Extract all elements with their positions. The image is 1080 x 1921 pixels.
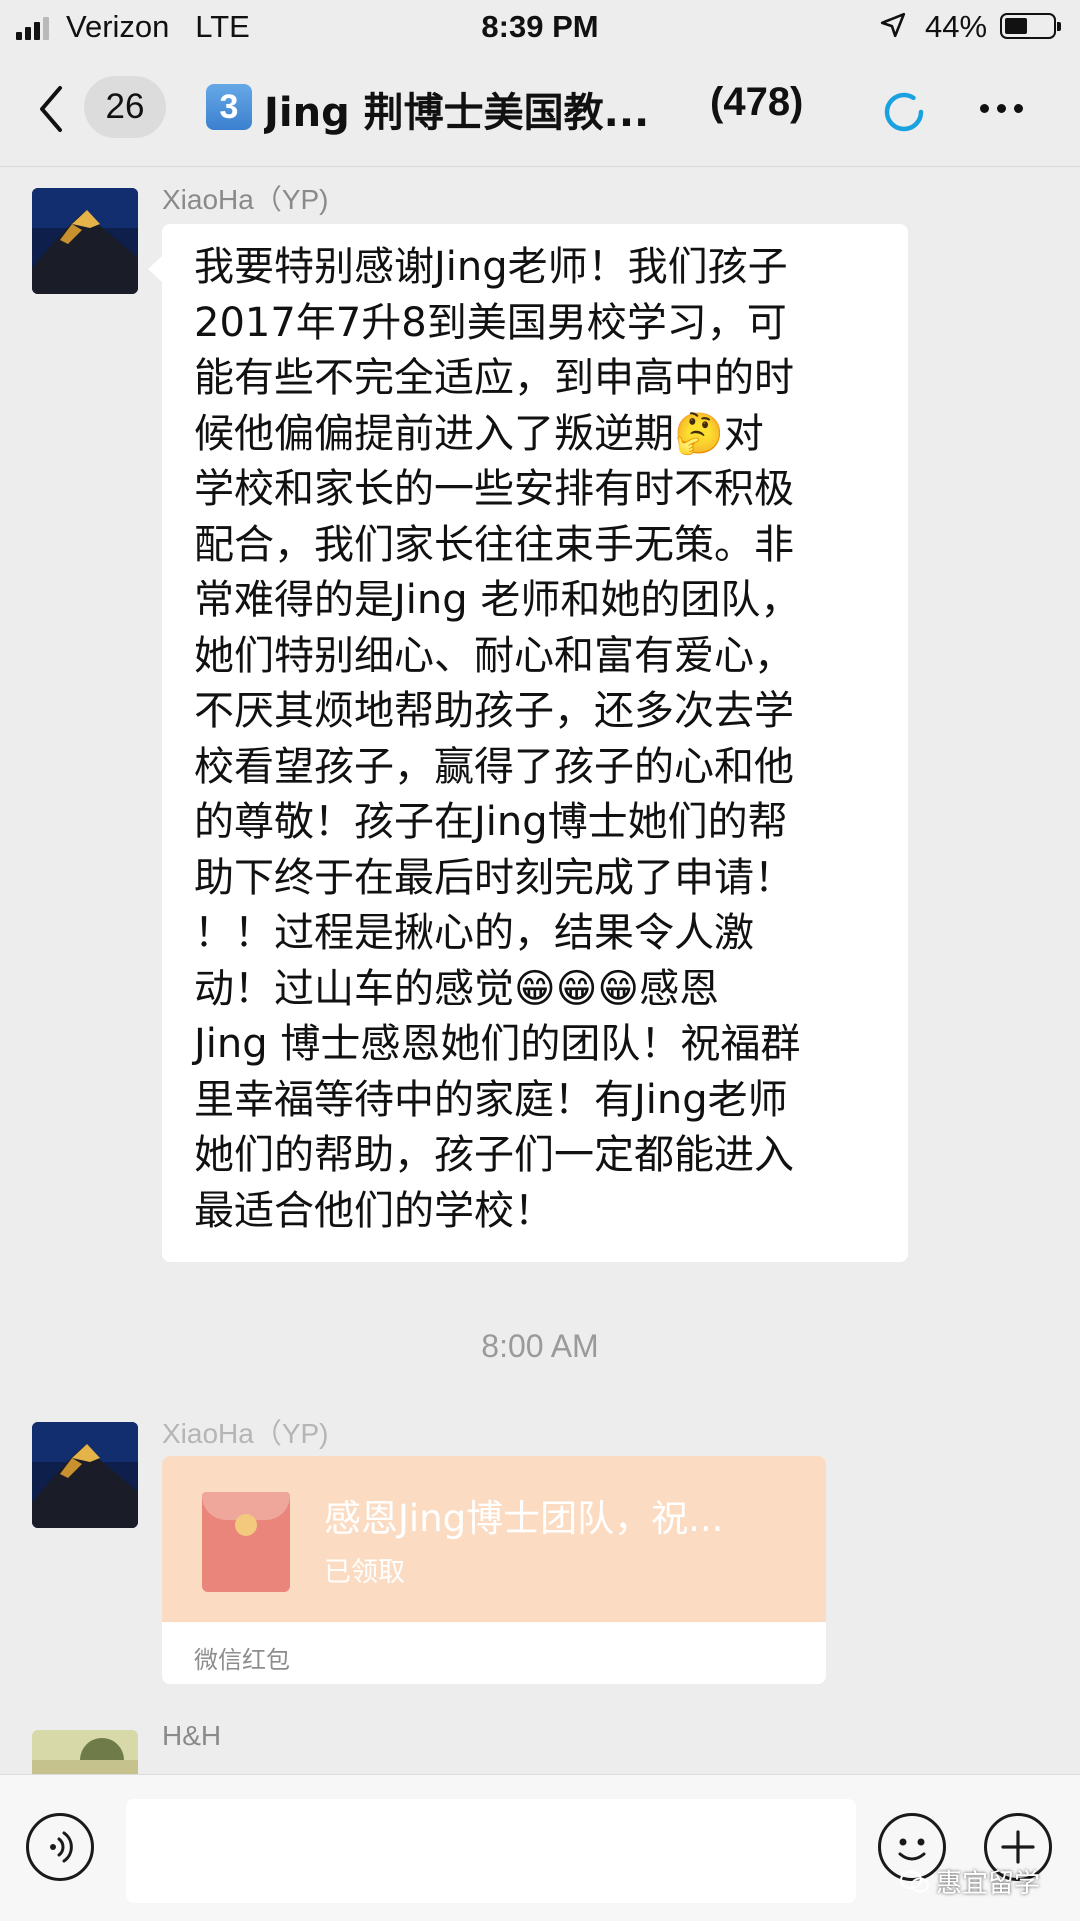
back-chevron-icon[interactable] [36, 84, 66, 134]
avatar[interactable] [32, 1422, 138, 1528]
voice-icon [50, 1831, 73, 1863]
watermark: 惠宜留学 [900, 1863, 1040, 1900]
message-input[interactable] [126, 1799, 856, 1903]
chat-title[interactable]: Jing 荆博士美国教... [264, 80, 704, 138]
message-line: Jing 博士感恩她们的团队！祝福群 [194, 1021, 801, 1067]
message-line: 2017年7升8到美国男校学习，可 [194, 299, 787, 346]
message-line: 候他偏偏提前进入了叛逆期🤔对 [194, 410, 764, 457]
battery-icon [1000, 13, 1061, 39]
message-line: 常难得的是Jing 老师和她的团队， [194, 577, 801, 623]
message-line: 她们的帮助，孩子们一定都能进入 [194, 1132, 794, 1178]
voice-input-button[interactable] [26, 1813, 94, 1881]
chat-header: 26 3 Jing 荆博士美国教... (478) [0, 54, 1080, 167]
group-number-icon: 3 [206, 84, 252, 130]
red-packet-status: 已领取 [324, 1557, 405, 1588]
loading-spinner-icon [884, 92, 924, 132]
input-bar: 惠宜留学 [0, 1774, 1080, 1921]
member-count: (478) [710, 80, 804, 124]
sender-name: H&H [162, 1720, 222, 1751]
message-line: 不厌其烦地帮助孩子，还多次去学 [194, 688, 794, 734]
message-line: 我要特别感谢Jing老师！我们孩子 [194, 244, 788, 290]
message-line: 配合，我们家长往往束手无策。非 [194, 521, 794, 568]
clock: 8:39 PM [481, 9, 599, 44]
message-line: 助下终于在最后时刻完成了申请！ [194, 854, 794, 901]
red-packet-label: 微信红包 [194, 1646, 290, 1674]
message-line: 学校和家长的一些安排有时不积极 [194, 466, 794, 512]
message-line: 她们特别细心、耐心和富有爱心， [194, 632, 794, 679]
location-arrow-icon [880, 12, 906, 38]
red-packet-message[interactable]: 感恩Jing博士团队，祝... 已领取 微信红包 [162, 1456, 826, 1684]
unread-count-badge[interactable]: 26 [84, 76, 166, 138]
red-envelope-icon [202, 1492, 290, 1592]
sender-name: XiaoHa（YP) [162, 1418, 329, 1449]
message-timestamp: 8:00 AM [481, 1328, 599, 1364]
message-line: ！！过程是揪心的，结果令人激 [194, 910, 754, 956]
battery-percent: 44% [925, 9, 988, 44]
message-bubble[interactable]: 我要特别感谢Jing老师！我们孩子 2017年7升8到美国男校学习，可 能有些不完全… [148, 224, 908, 1262]
sender-name: XiaoHa（YP) [162, 184, 329, 215]
avatar[interactable] [32, 1730, 138, 1774]
message-line: 里幸福等待中的家庭！有Jing老师 [194, 1076, 788, 1123]
red-packet-title: 感恩Jing博士团队，祝... [324, 1497, 724, 1540]
avatar[interactable] [32, 188, 138, 294]
message-line: 最适合他们的学校！ [194, 1187, 554, 1234]
more-options-icon[interactable] [980, 104, 1023, 113]
message-line: 的尊敬！孩子在Jing博士她们的帮 [194, 799, 788, 845]
message-line: 能有些不完全适应，到申高中的时 [194, 355, 794, 401]
message-line: 动！过山车的感觉😁😁😁感恩 [194, 965, 720, 1012]
message-text: 我要特别感谢Jing老师！我们孩子 2017年7升8到美国男校学习，可 能有些不完全… [194, 240, 884, 1239]
status-bar: Verizon LTE 8:39 PM 44% [0, 0, 1080, 54]
message-line: 校看望孩子，赢得了孩子的心和他 [194, 743, 794, 790]
wechat-logo-icon [900, 1870, 929, 1892]
